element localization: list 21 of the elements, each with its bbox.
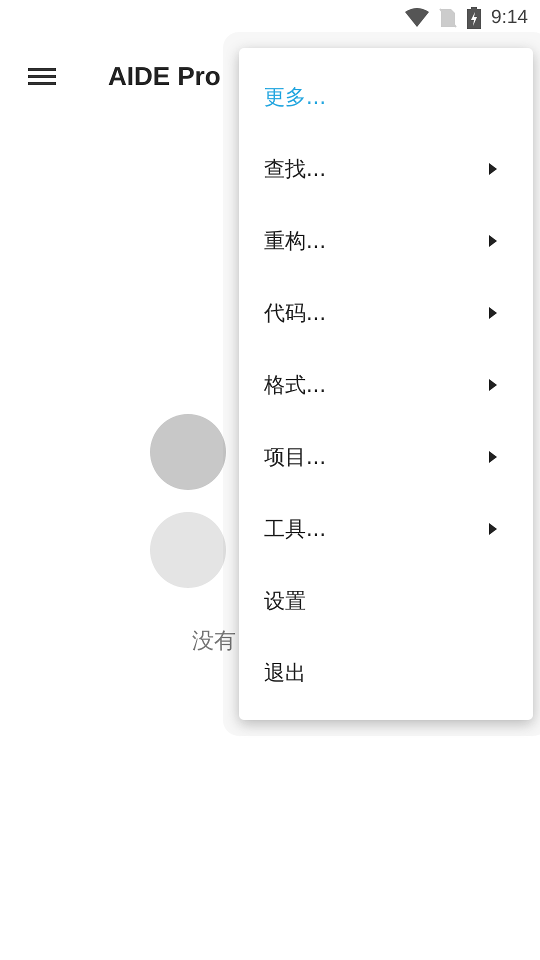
submenu-arrow-icon	[489, 451, 497, 463]
menu-item[interactable]: 设置	[239, 565, 533, 637]
menu-item[interactable]: 格式...	[239, 349, 533, 421]
submenu-arrow-icon	[489, 235, 497, 247]
menu-item[interactable]: 查找...	[239, 133, 533, 205]
menu-item[interactable]: 项目...	[239, 421, 533, 493]
battery-charging-icon	[467, 7, 482, 29]
submenu-arrow-icon	[489, 523, 497, 535]
no-sim-icon	[439, 8, 458, 28]
app-title: AIDE Pro	[108, 60, 221, 92]
submenu-arrow-icon	[489, 307, 497, 319]
menu-item[interactable]: 工具...	[239, 493, 533, 565]
submenu-arrow-icon	[489, 379, 497, 391]
wifi-icon	[405, 8, 430, 28]
status-time: 9:14	[491, 7, 528, 29]
menu-item[interactable]: 重构...	[239, 205, 533, 277]
menu-item[interactable]: 退出	[239, 637, 533, 709]
menu-item[interactable]: 代码...	[239, 277, 533, 349]
submenu-arrow-icon	[489, 163, 497, 175]
empty-message: 没有	[192, 628, 236, 656]
menu-icon[interactable]	[28, 66, 56, 86]
